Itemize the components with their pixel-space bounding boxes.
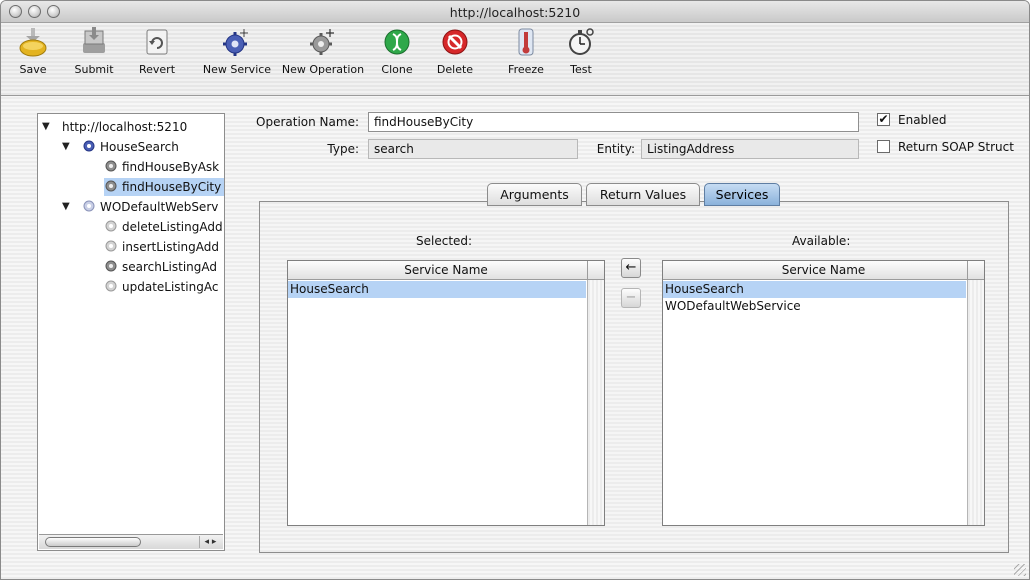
operation-name-field[interactable]: findHouseByCity xyxy=(368,112,859,132)
tree-operation[interactable]: deleteListingAdd xyxy=(104,218,223,236)
operation-name-label: Operation Name: xyxy=(256,115,359,129)
clone-icon xyxy=(384,29,410,55)
test-icon xyxy=(569,28,594,55)
delete-icon xyxy=(442,29,468,55)
save-button[interactable]: Save xyxy=(8,27,58,76)
vertical-scrollbar[interactable] xyxy=(967,280,984,525)
test-button[interactable]: Test xyxy=(561,27,601,76)
entity-field: ListingAddress xyxy=(641,139,859,159)
entity-label: Entity: xyxy=(596,142,635,156)
type-label: Type: xyxy=(327,142,359,156)
tree-service-housesearch[interactable]: ▼ HouseSearch xyxy=(62,138,179,156)
operation-gear-icon xyxy=(105,260,117,272)
clone-button[interactable]: Clone xyxy=(377,27,417,76)
tab-return-values[interactable]: Return Values xyxy=(586,183,700,206)
type-field: search xyxy=(368,139,578,159)
left-arrow-icon: ← xyxy=(625,260,637,275)
operation-gear-icon xyxy=(105,160,117,172)
submit-icon xyxy=(83,27,105,53)
enabled-label: Enabled xyxy=(898,113,947,127)
tree-operation-selected[interactable]: findHouseByCity xyxy=(104,178,224,196)
operation-gear-icon xyxy=(105,280,117,292)
header-corner xyxy=(967,261,984,279)
operation-gear-icon xyxy=(105,220,117,232)
operation-gear-icon xyxy=(105,240,117,252)
selected-caption: Selected: xyxy=(416,234,473,248)
window-title: http://localhost:5210 xyxy=(449,5,581,20)
header-corner xyxy=(587,261,604,279)
vertical-scrollbar[interactable] xyxy=(587,280,604,525)
new-service-icon xyxy=(223,29,248,56)
tree-operation[interactable]: searchListingAd xyxy=(104,258,217,276)
available-caption: Available: xyxy=(792,234,851,248)
operation-gear-icon xyxy=(105,180,117,192)
service-gear-icon xyxy=(83,200,95,212)
freeze-button[interactable]: Freeze xyxy=(504,27,548,76)
disclosure-triangle-icon[interactable]: ▼ xyxy=(62,198,70,216)
tree-service-wodefault[interactable]: ▼ WODefaultWebServ xyxy=(62,198,218,216)
new-service-button[interactable]: New Service xyxy=(202,27,272,76)
new-operation-button[interactable]: New Operation xyxy=(280,27,366,76)
service-gear-icon xyxy=(83,140,95,152)
disclosure-triangle-icon[interactable]: ▼ xyxy=(42,118,50,136)
selected-services-list[interactable]: Service Name HouseSearch xyxy=(287,260,605,526)
available-services-list[interactable]: Service Name HouseSearch WODefaultWebSer… xyxy=(662,260,985,526)
revert-button[interactable]: Revert xyxy=(132,27,182,76)
column-header[interactable]: Service Name xyxy=(663,261,984,280)
list-item[interactable]: WODefaultWebService xyxy=(663,298,966,315)
return-soap-struct-label: Return SOAP Struct xyxy=(898,140,1014,154)
tree-operation[interactable]: updateListingAc xyxy=(104,278,218,296)
tab-services[interactable]: Services xyxy=(704,183,780,206)
service-tree[interactable]: ▼ http://localhost:5210 ▼ HouseSearch fi… xyxy=(37,113,225,551)
tree-horizontal-scrollbar[interactable]: ◂ ▸ xyxy=(39,534,223,549)
return-soap-struct-checkbox[interactable] xyxy=(877,140,890,153)
tree-root[interactable]: ▼ http://localhost:5210 xyxy=(42,118,187,136)
column-header[interactable]: Service Name xyxy=(288,261,604,280)
enabled-checkbox[interactable]: ✔ xyxy=(877,113,890,126)
scrollbar-thumb[interactable] xyxy=(45,537,141,547)
list-item[interactable]: HouseSearch xyxy=(288,281,586,298)
list-item[interactable]: HouseSearch xyxy=(663,281,966,298)
new-operation-icon xyxy=(310,29,334,55)
tab-panel: Selected: Available: Service Name HouseS… xyxy=(259,201,1009,553)
freeze-icon xyxy=(518,28,534,56)
add-service-button[interactable]: ← xyxy=(621,258,641,278)
resize-grip-icon[interactable] xyxy=(1014,564,1026,576)
disclosure-triangle-icon[interactable]: ▼ xyxy=(62,138,70,156)
submit-button[interactable]: Submit xyxy=(69,27,119,76)
save-icon xyxy=(19,28,47,57)
tab-arguments[interactable]: Arguments xyxy=(487,183,582,206)
scroll-arrows-icon[interactable]: ◂ ▸ xyxy=(199,536,221,548)
minus-icon: − xyxy=(625,290,637,305)
app-window: http://localhost:5210 Save Submit Revert xyxy=(0,0,1030,580)
remove-service-button[interactable]: − xyxy=(621,288,641,308)
tree-operation[interactable]: insertListingAdd xyxy=(104,238,219,256)
title-bar: http://localhost:5210 xyxy=(1,1,1029,23)
toolbar: Save Submit Revert New Service New Opera… xyxy=(1,23,1029,96)
tree-operation[interactable]: findHouseByAsk xyxy=(104,158,219,176)
delete-button[interactable]: Delete xyxy=(435,27,475,76)
revert-icon xyxy=(146,29,168,55)
